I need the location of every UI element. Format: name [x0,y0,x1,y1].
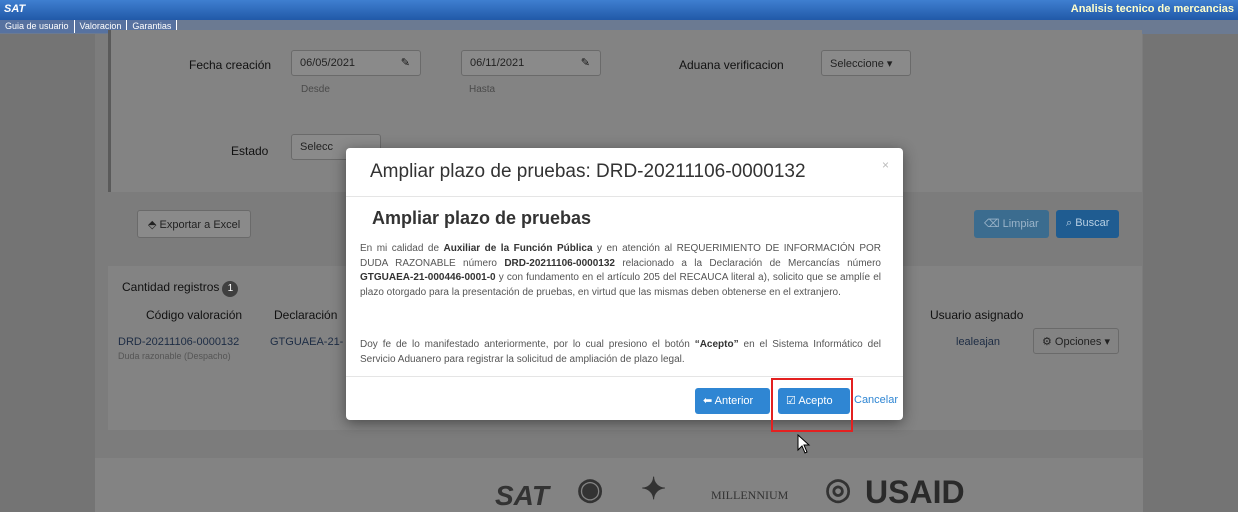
usaid-logo: USAID [865,474,965,510]
estado-label: Estado [231,144,269,158]
desde-date-value: 06/05/2021 [300,57,356,69]
hasta-date-value: 06/11/2021 [470,57,525,69]
aduana-label: Aduana verificacion [679,58,784,72]
app-header: SAT Analisis tecnico de mercancias [0,0,1238,20]
cancelar-link[interactable]: Cancelar [854,394,898,406]
footer-logos: SAT ◉ ✦ MILLENNIUM ◎ USAID [95,458,1143,512]
desde-date-input[interactable]: 06/05/2021 ✎ [291,50,421,76]
p1-bold: GTGUAEA-21-000446-0001-0 [360,272,496,283]
star-icon: ✦ [641,473,667,506]
mouse-cursor-icon [797,434,811,454]
row-usuario: lealeajan [956,336,1001,348]
tab-guia[interactable]: Guia de usuario [0,20,75,33]
limpiar-label: Limpiar [1002,218,1039,230]
p2-text: Doy fe de lo manifestado anteriormente, … [360,339,695,350]
modal-footer-divider [346,376,903,377]
modal-paragraph-1: En mi calidad de Auxiliar de la Función … [360,242,881,300]
modal-header-divider [346,196,903,197]
export-excel-label: Exportar a Excel [159,219,241,231]
p1-text: En mi calidad de [360,243,444,254]
gear-icon: ⚙ [1042,336,1055,348]
header-codigo: Código valoración [146,308,243,322]
limpiar-button[interactable]: ⌫ Limpiar [974,210,1049,238]
sat-footer-logo: SAT [495,480,549,511]
seal-icon: ◉ [577,473,604,506]
count-label: Cantidad registros 1 [122,280,239,297]
row-codigo-sub: Duda razonable (Despacho) [118,351,231,361]
fecha-creacion-label: Fecha creación [189,58,272,72]
app-title: Analisis tecnico de mercancias [1070,3,1234,15]
aduana-select[interactable]: Seleccione ▾ [821,50,911,76]
eraser-icon[interactable]: ✎ [581,56,590,69]
opciones-button[interactable]: ⚙ Opciones ▾ [1033,328,1119,354]
count-text: Cantidad registros [122,280,220,294]
count-badge: 1 [222,281,239,297]
right-margin [1143,34,1238,512]
modal-title: Ampliar plazo de pruebas: DRD-20211106-0… [370,161,806,182]
arrow-left-icon: ⬅ [703,395,715,407]
search-icon: ⌕ [1066,217,1076,229]
p1-bold: Auxiliar de la Función Pública [443,243,593,254]
anterior-label: Anterior [714,395,754,407]
eraser-icon[interactable]: ✎ [401,56,410,69]
p2-bold: “Acepto” [694,339,739,350]
highlight-box [771,378,853,432]
header-usuario: Usuario asignado [930,308,1024,322]
p1-text: relacionado a la Declaración de Mercancí… [614,257,881,269]
left-margin [0,34,95,512]
header-declaracion: Declaración [274,308,338,322]
hasta-hint: Hasta [469,84,496,95]
excel-icon: ⬘ [148,219,160,231]
buscar-label: Buscar [1075,217,1110,229]
eraser-icon: ⌫ [984,218,1003,230]
opciones-label: Opciones ▾ [1054,336,1110,348]
usaid-seal-icon: ◎ [825,473,852,506]
row-declaracion: GTGUAEA-21- [270,336,344,348]
sat-logo: SAT [4,3,26,15]
desde-hint: Desde [301,84,330,95]
modal-paragraph-2: Doy fe de lo manifestado anteriormente, … [360,338,881,367]
buscar-button[interactable]: ⌕ Buscar [1056,210,1120,238]
p1-bold: DRD-20211106-0000132 [504,257,615,269]
close-icon[interactable]: × [882,158,889,172]
export-excel-button[interactable]: ⬘ Exportar a Excel [137,210,252,238]
anterior-button[interactable]: ⬅ Anterior [695,388,770,414]
modal-heading: Ampliar plazo de pruebas [372,208,592,228]
row-codigo[interactable]: DRD-20211106-0000132 [118,336,239,348]
millennium-logo: MILLENNIUM [711,488,789,502]
hasta-date-input[interactable]: 06/11/2021 ✎ [461,50,601,76]
